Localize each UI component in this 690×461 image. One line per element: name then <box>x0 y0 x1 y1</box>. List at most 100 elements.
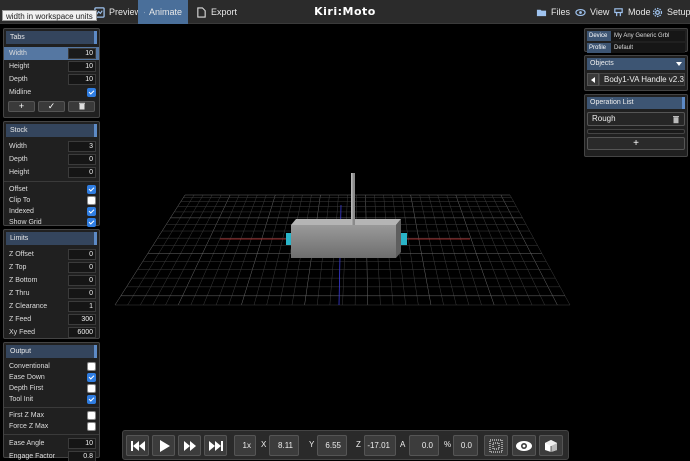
add-operation-button[interactable]: + <box>587 137 685 150</box>
profile-row[interactable]: Profile Default <box>587 43 685 53</box>
skip-forward-button[interactable] <box>204 435 227 456</box>
stock-view-button[interactable] <box>539 435 563 456</box>
grid-line <box>203 194 249 306</box>
add-tab-button[interactable]: + <box>8 101 35 112</box>
tabs-midline-row: Midline <box>4 86 99 99</box>
z-bottom-label: Z Bottom <box>9 277 38 284</box>
grid-line <box>127 194 195 306</box>
stock-depth-label: Depth <box>9 156 28 163</box>
part-model[interactable] <box>291 219 401 258</box>
force-z-max-label: Force Z Max <box>9 423 49 430</box>
z-thru-input[interactable]: 0 <box>68 288 96 299</box>
divider <box>4 434 99 435</box>
xy-feed-input[interactable]: 6000 <box>68 327 96 338</box>
grid-line <box>473 194 520 306</box>
z-clearance-label: Z Clearance <box>9 303 48 310</box>
objects-dropdown[interactable]: Objects <box>587 58 685 70</box>
export-button[interactable]: Export <box>190 0 243 24</box>
z-offset-input[interactable]: 0 <box>68 249 96 260</box>
y-label: Y <box>309 440 315 449</box>
stock-depth-input[interactable]: 0 <box>68 154 96 165</box>
grid-line <box>190 194 240 306</box>
stock-clip-to-label: Clip To <box>9 197 31 204</box>
ease-angle-row: Ease Angle 10 <box>4 437 99 450</box>
chevron-left-icon[interactable] <box>587 73 599 86</box>
stock-clip-to-checkbox[interactable] <box>87 196 96 205</box>
accept-tabs-button[interactable]: ✓ <box>38 101 65 112</box>
z-clearance-row: Z Clearance 1 <box>4 300 99 313</box>
conventional-checkbox[interactable] <box>87 362 96 371</box>
tool-init-checkbox[interactable] <box>87 395 96 404</box>
top-bar: Preview Animate Export Kiri:Moto Files V… <box>0 0 690 24</box>
conventional-label: Conventional <box>9 363 50 370</box>
grid-line <box>464 194 508 306</box>
grid-line <box>165 194 222 306</box>
grid-line <box>491 194 545 306</box>
grid-toggle-button[interactable] <box>484 435 508 456</box>
mode-icon <box>614 7 623 16</box>
grid-line <box>482 194 533 306</box>
tabs-height-label: Height <box>9 63 30 70</box>
stock-offset-checkbox[interactable] <box>87 185 96 194</box>
playback-bar: 1x X 8.11 Y 6.55 Z -17.01 A 0.0 % 0.0 <box>122 430 569 460</box>
preview-label: Preview <box>109 7 142 17</box>
tabs-depth-input[interactable]: 10 <box>68 74 96 85</box>
z-offset-label: Z Offset <box>9 251 34 258</box>
delete-tabs-button[interactable] <box>68 101 95 112</box>
tool-init-label: Tool Init <box>9 396 34 403</box>
force-z-max-row: Force Z Max <box>4 421 99 432</box>
grid-line <box>114 194 186 306</box>
z-top-label: Z Top <box>9 264 27 271</box>
stock-show-grid-checkbox[interactable] <box>87 218 96 227</box>
z-bottom-input[interactable]: 0 <box>68 275 96 286</box>
trash-icon[interactable] <box>672 115 680 124</box>
percent-label: % <box>444 440 452 449</box>
first-z-max-row: First Z Max <box>4 410 99 421</box>
output-panel-title: Output <box>6 345 97 358</box>
export-icon <box>197 6 206 18</box>
x-label: X <box>261 440 267 449</box>
force-z-max-checkbox[interactable] <box>87 422 96 431</box>
stock-indexed-checkbox[interactable] <box>87 207 96 216</box>
z-clearance-input[interactable]: 1 <box>68 301 96 312</box>
device-row[interactable]: Device My Any Generic Grbl <box>587 31 685 41</box>
ease-angle-input[interactable]: 10 <box>68 438 96 449</box>
tabs-height-input[interactable]: 10 <box>68 61 96 72</box>
engage-factor-input[interactable]: 0.8 <box>68 451 96 461</box>
a-readout: 0.0 <box>409 435 439 456</box>
setup-button[interactable]: Setup <box>646 0 690 24</box>
stock-width-input[interactable]: 3 <box>68 141 96 152</box>
z-top-input[interactable]: 0 <box>68 262 96 273</box>
tabs-depth-label: Depth <box>9 76 28 83</box>
x-readout: 8.11 <box>269 435 299 456</box>
first-z-max-checkbox[interactable] <box>87 411 96 420</box>
tabs-width-input[interactable]: 10 <box>68 48 96 59</box>
conventional-row: Conventional <box>4 361 99 372</box>
z-thru-row: Z Thru 0 <box>4 287 99 300</box>
tool-init-row: Tool Init <box>4 394 99 405</box>
z-feed-input[interactable]: 300 <box>68 314 96 325</box>
stock-width-row: Width 3 <box>4 140 99 153</box>
tool-bit <box>351 173 355 225</box>
divider <box>4 407 99 408</box>
a-label: A <box>400 440 406 449</box>
rewind-button[interactable] <box>126 435 149 456</box>
animate-button[interactable]: Animate <box>138 0 188 24</box>
stock-height-input[interactable]: 0 <box>68 167 96 178</box>
play-button[interactable] <box>152 435 175 456</box>
visibility-button[interactable] <box>512 435 536 456</box>
object-row: Body1-VA Handle v2.3mf <box>587 73 685 86</box>
speed-button[interactable]: 1x <box>234 435 256 456</box>
ease-down-checkbox[interactable] <box>87 373 96 382</box>
operation-item[interactable]: Rough <box>587 112 685 126</box>
step-forward-button[interactable] <box>178 435 201 456</box>
z-feed-row: Z Feed 300 <box>4 313 99 326</box>
depth-first-checkbox[interactable] <box>87 384 96 393</box>
grid-line <box>152 194 213 306</box>
app-logo: Kiri:Moto <box>314 5 376 18</box>
z-thru-label: Z Thru <box>9 290 30 297</box>
object-name[interactable]: Body1-VA Handle v2.3mf <box>599 73 685 86</box>
tabs-midline-checkbox[interactable] <box>87 88 96 97</box>
eye-icon <box>575 8 586 16</box>
eye-icon <box>516 440 532 451</box>
